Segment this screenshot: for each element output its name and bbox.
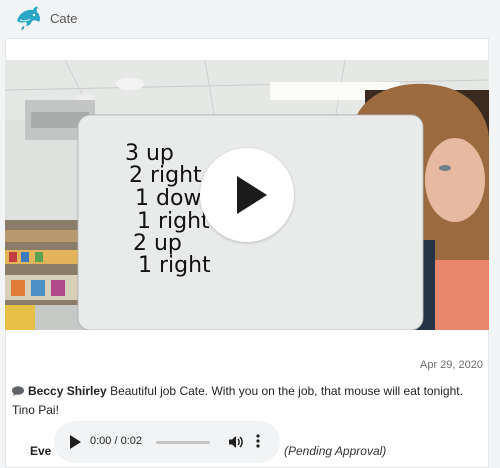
- play-button[interactable]: [200, 148, 294, 242]
- top-bar: Cate: [0, 0, 500, 38]
- comment: Beccy Shirley Beautiful job Cate. With y…: [12, 382, 482, 419]
- volume-icon[interactable]: [228, 434, 244, 455]
- audio-time: 0:00 / 0:02: [90, 435, 142, 447]
- audio-player[interactable]: 0:00 / 0:02: [54, 421, 280, 463]
- comment-author[interactable]: Beccy Shirley: [28, 384, 107, 398]
- username[interactable]: Cate: [50, 11, 77, 26]
- dolphin-icon[interactable]: [14, 4, 42, 32]
- play-icon[interactable]: [69, 435, 81, 454]
- more-options-icon[interactable]: [256, 433, 260, 454]
- audio-progress-track[interactable]: [156, 441, 210, 444]
- play-icon: [237, 176, 267, 214]
- comment-bubble-icon: [12, 383, 24, 401]
- post-date: Apr 29, 2020: [420, 359, 483, 371]
- whiteboard-line: 1 right: [138, 253, 211, 278]
- pending-approval-status: (Pending Approval): [284, 444, 387, 458]
- whiteboard-line: 2 right: [129, 163, 202, 188]
- audio-author[interactable]: Eve: [30, 444, 51, 458]
